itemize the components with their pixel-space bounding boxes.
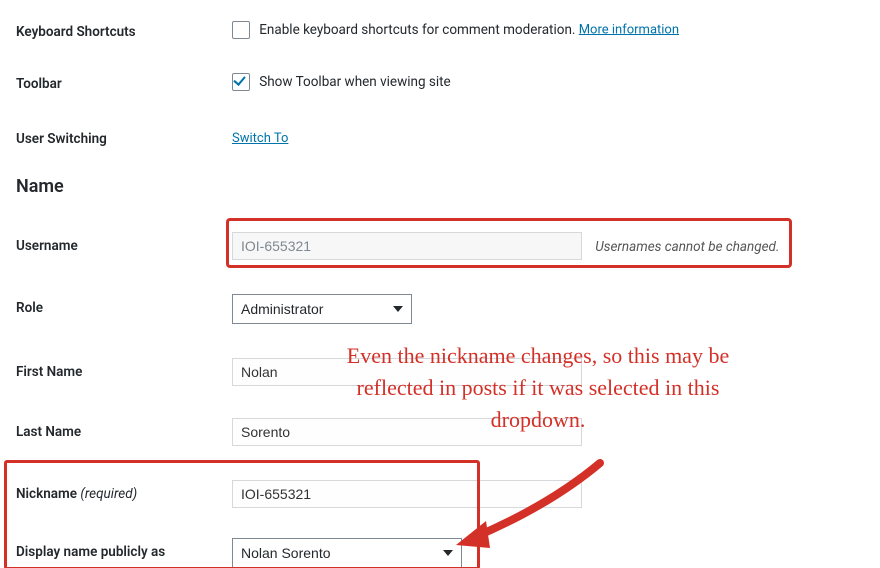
toolbar-label: Toolbar (16, 76, 216, 92)
role-label: Role (16, 300, 216, 316)
keyboard-shortcuts-label: Keyboard Shortcuts (16, 24, 216, 40)
last-name-label: Last Name (16, 424, 216, 440)
more-information-link[interactable]: More information (579, 22, 679, 37)
keyboard-shortcuts-text: Enable keyboard shortcuts for comment mo… (259, 22, 575, 38)
first-name-input[interactable] (232, 358, 582, 386)
toolbar-text: Show Toolbar when viewing site (259, 74, 450, 90)
display-name-select[interactable]: Nolan Sorento (232, 538, 462, 568)
username-label: Username (16, 238, 216, 254)
last-name-input[interactable] (232, 418, 582, 446)
nickname-input[interactable] (232, 480, 582, 508)
username-note: Usernames cannot be changed. (595, 239, 779, 255)
first-name-label: First Name (16, 364, 216, 380)
keyboard-shortcuts-checkbox[interactable] (232, 21, 250, 39)
username-input (232, 232, 582, 260)
switch-to-link[interactable]: Switch To (232, 131, 288, 146)
display-name-label: Display name publicly as (16, 544, 216, 560)
role-select[interactable]: Administrator (232, 294, 412, 324)
nickname-label: Nickname (required) (16, 486, 216, 502)
section-name-heading: Name (16, 176, 64, 197)
user-switching-label: User Switching (16, 131, 216, 147)
toolbar-checkbox[interactable] (232, 73, 250, 91)
